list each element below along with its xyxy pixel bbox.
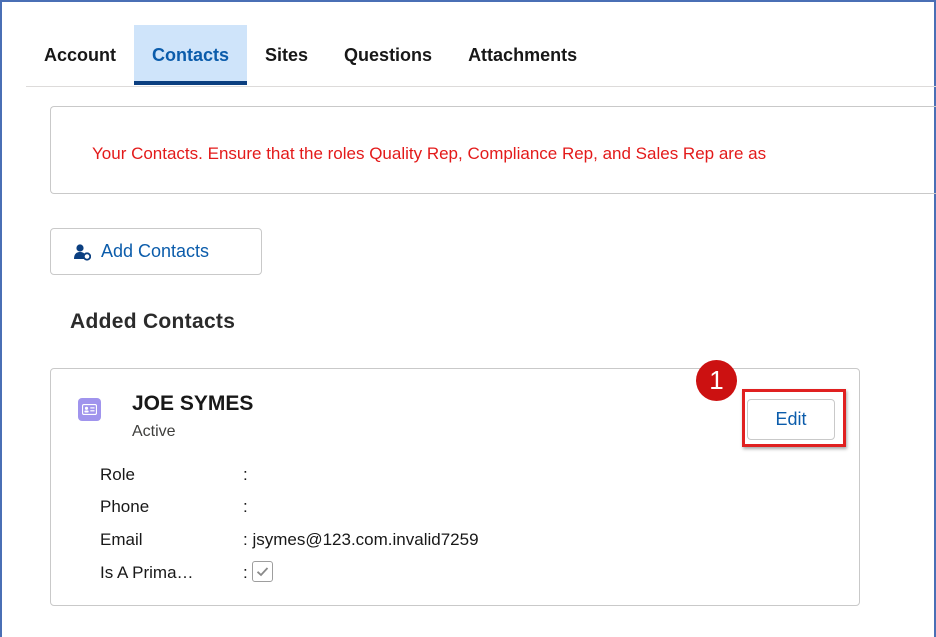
field-value: : (243, 497, 248, 516)
tab-questions[interactable]: Questions (326, 25, 450, 85)
primary-checkbox (251, 561, 273, 583)
field-value-wrap: : (243, 561, 273, 584)
section-title: Added Contacts (70, 310, 236, 333)
tab-bar: Account Contacts Sites Questions Attachm… (26, 25, 936, 87)
add-contacts-button[interactable]: Add Contacts (50, 228, 262, 275)
info-banner: Your Contacts. Ensure that the roles Qua… (50, 106, 936, 194)
tab-sites[interactable]: Sites (247, 25, 326, 85)
info-message: Your Contacts. Ensure that the roles Qua… (92, 144, 767, 163)
checkmark-icon (256, 567, 268, 577)
edit-button[interactable]: Edit (747, 399, 835, 440)
field-value: : jsymes@123.com.invalid7259 (243, 530, 479, 549)
field-value: : (243, 563, 248, 582)
person-add-icon (74, 243, 91, 261)
field-label: Is A Prima… (100, 563, 194, 582)
contact-card: JOE SYMES Active Edit 1 Role : Phone : E… (50, 360, 860, 606)
field-label: Phone (100, 497, 150, 516)
tab-contacts[interactable]: Contacts (134, 25, 248, 85)
contact-status: Active (132, 423, 176, 440)
contact-card-icon (78, 398, 101, 421)
tab-account[interactable]: Account (26, 25, 134, 85)
contact-name[interactable]: JOE SYMES (132, 392, 253, 416)
field-label: Role (100, 465, 135, 484)
add-contacts-label: Add Contacts (101, 241, 210, 261)
field-label: Email (100, 530, 143, 549)
callout-badge: 1 (696, 360, 737, 401)
tab-attachments[interactable]: Attachments (450, 25, 595, 85)
field-value: : (243, 465, 248, 484)
